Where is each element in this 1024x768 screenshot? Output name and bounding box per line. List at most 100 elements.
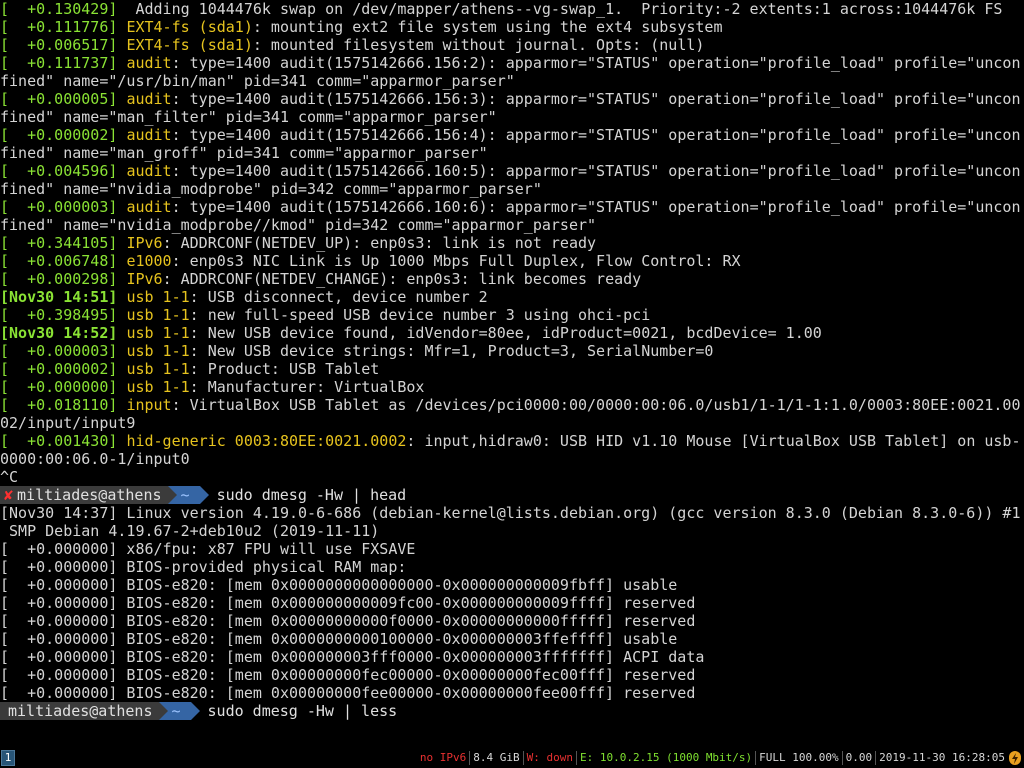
log-line: fined" name="/usr/bin/man" pid=341 comm=… <box>0 72 1024 90</box>
log-facility: audit <box>126 90 172 108</box>
output-line: [ +0.000000] BIOS-e820: [mem 0x000000000… <box>0 612 696 630</box>
output-line: [Nov30 14:37] Linux version 4.19.0-6-686… <box>0 504 1021 522</box>
log-timestamp: [ +0.006748] <box>0 252 118 270</box>
log-line: [Nov30 14:51] usb 1-1: USB disconnect, d… <box>0 288 1024 306</box>
log-timestamp: [ +0.111737] <box>0 54 118 72</box>
log-timestamp: [Nov30 14:52] <box>0 324 118 342</box>
log-timestamp: [ +0.000005] <box>0 90 118 108</box>
log-facility: EXT4-fs (sda1) <box>126 36 253 54</box>
shell-prompt-previous: ✘ miltiades@athens ~ sudo dmesg -Hw | he… <box>0 486 1024 504</box>
log-message: ^C <box>0 468 19 486</box>
log-line: [ +0.000002] usb 1-1: Product: USB Table… <box>0 360 1024 378</box>
log-message: Adding 1044476k swap on /dev/mapper/athe… <box>126 0 1003 18</box>
previous-command: sudo dmesg -Hw | head <box>216 486 407 504</box>
log-line: [ +0.004596] audit: type=1400 audit(1575… <box>0 162 1024 180</box>
log-facility: IPv6 <box>126 270 163 288</box>
log-timestamp: [ +0.130429] <box>0 0 118 18</box>
log-timestamp: [ +0.006517] <box>0 36 118 54</box>
log-line: fined" name="nvidia_modprobe//kmod" pid=… <box>0 216 1024 234</box>
log-line: [ +0.000000] usb 1-1: Manufacturer: Virt… <box>0 378 1024 396</box>
output-line: [ +0.000000] BIOS-e820: [mem 0x000000003… <box>0 648 705 666</box>
log-message: : Product: USB Tablet <box>189 360 380 378</box>
memory-status: 8.4 GiB <box>473 751 520 764</box>
log-line: [Nov30 14:52] usb 1-1: New USB device fo… <box>0 324 1024 342</box>
log-message: : VirtualBox USB Tablet as /devices/pci0… <box>171 396 1021 414</box>
log-message: : type=1400 audit(1575142666.160:5): app… <box>171 162 1021 180</box>
log-message: fined" name="man_filter" pid=341 comm="a… <box>0 108 497 126</box>
output-line: [ +0.000000] BIOS-provided physical RAM … <box>0 558 407 576</box>
prompt-separator-icon <box>158 702 168 720</box>
log-facility: audit <box>126 54 172 72</box>
prompt-directory: ~ <box>176 486 200 504</box>
status-divider <box>575 751 577 765</box>
log-facility: usb 1-1 <box>126 306 190 324</box>
log-timestamp: [Nov30 14:51] <box>0 288 118 306</box>
power-bolt-icon[interactable] <box>1009 751 1021 765</box>
output-line: [ +0.000000] x86/fpu: x87 FPU will use F… <box>0 540 416 558</box>
log-facility: hid-generic 0003:80EE:0021.0002 <box>126 432 407 450</box>
log-facility: usb 1-1 <box>126 288 190 306</box>
log-message: : type=1400 audit(1575142666.156:2): app… <box>171 54 1021 72</box>
shell-prompt-current: miltiades@athens ~ sudo dmesg -Hw | less <box>0 702 1024 720</box>
log-line: 0000:00:06.0-1/input0 <box>0 450 1024 468</box>
output-line: [ +0.000000] BIOS-e820: [mem 0x00000000f… <box>0 666 696 684</box>
log-timestamp: [ +0.000000] <box>0 378 118 396</box>
output-line: [ +0.000000] BIOS-e820: [mem 0x000000000… <box>0 594 696 612</box>
status-divider <box>841 751 843 765</box>
status-bar: 1 no IPv6 8.4 GiB W: down E: 10.0.2.15 (… <box>0 748 1024 768</box>
log-message: : USB disconnect, device number 2 <box>189 288 488 306</box>
log-message: fined" name="nvidia_modprobe" pid=342 co… <box>0 180 542 198</box>
workspace-button[interactable]: 1 <box>1 750 15 766</box>
log-line: 02/input/input9 <box>0 414 1024 432</box>
log-timestamp: [ +0.000002] <box>0 126 118 144</box>
log-facility: usb 1-1 <box>126 324 190 342</box>
input-line[interactable] <box>0 720 1024 738</box>
log-message: : type=1400 audit(1575142666.156:4): app… <box>171 126 1021 144</box>
datetime-status: 2019-11-30 16:28:05 <box>879 751 1005 764</box>
log-message: : type=1400 audit(1575142666.156:3): app… <box>171 90 1021 108</box>
log-facility: audit <box>126 162 172 180</box>
log-line: [ +0.000002] audit: type=1400 audit(1575… <box>0 126 1024 144</box>
log-line: fined" name="nvidia_modprobe" pid=342 co… <box>0 180 1024 198</box>
log-message: : New USB device strings: Mfr=1, Product… <box>189 342 714 360</box>
output-line: SMP Debian 4.19.67-2+deb10u2 (2019-11-11… <box>0 522 380 540</box>
log-facility: usb 1-1 <box>126 342 190 360</box>
log-line: [ +0.000005] audit: type=1400 audit(1575… <box>0 90 1024 108</box>
ipv6-status: no IPv6 <box>419 751 467 764</box>
log-timestamp: [ +0.001430] <box>0 432 118 450</box>
log-facility: audit <box>126 198 172 216</box>
log-timestamp: [ +0.004596] <box>0 162 118 180</box>
log-timestamp: [ +0.111776] <box>0 18 118 36</box>
log-message: fined" name="nvidia_modprobe//kmod" pid=… <box>0 216 597 234</box>
log-facility: e1000 <box>126 252 172 270</box>
log-message: : New USB device found, idVendor=80ee, i… <box>189 324 822 342</box>
status-divider <box>469 751 471 765</box>
dmesg-head-output: [Nov30 14:37] Linux version 4.19.0-6-686… <box>0 504 1024 702</box>
log-line: [ +0.000003] audit: type=1400 audit(1575… <box>0 198 1024 216</box>
log-message: : input,hidraw0: USB HID v1.10 Mouse [Vi… <box>406 432 1021 450</box>
log-timestamp: [ +0.344105] <box>0 234 118 252</box>
log-facility: EXT4-fs (sda1) <box>126 18 253 36</box>
terminal-window[interactable]: [ +0.130429] Adding 1044476k swap on /de… <box>0 0 1024 748</box>
prompt-directory: ~ <box>167 702 191 720</box>
output-line: [ +0.000000] BIOS-e820: [mem 0x000000000… <box>0 576 678 594</box>
log-line: [ +0.001430] hid-generic 0003:80EE:0021.… <box>0 432 1024 450</box>
prompt-user-host: miltiades@athens <box>0 702 159 720</box>
ethernet-status: E: 10.0.2.15 (1000 Mbit/s) <box>579 751 753 764</box>
status-divider <box>875 751 877 765</box>
status-blocks: no IPv6 8.4 GiB W: down E: 10.0.2.15 (10… <box>418 748 1021 768</box>
output-line: [ +0.000000] BIOS-e820: [mem 0x000000000… <box>0 630 678 648</box>
log-line: [ +0.000298] IPv6: ADDRCONF(NETDEV_CHANG… <box>0 270 1024 288</box>
log-facility: IPv6 <box>126 234 163 252</box>
log-line: [ +0.000003] usb 1-1: New USB device str… <box>0 342 1024 360</box>
log-timestamp: [ +0.000003] <box>0 198 118 216</box>
log-timestamp: [ +0.000003] <box>0 342 118 360</box>
log-message: fined" name="man_groff" pid=341 comm="ap… <box>0 144 488 162</box>
log-line: [ +0.344105] IPv6: ADDRCONF(NETDEV_UP): … <box>0 234 1024 252</box>
log-message: : mounted filesystem without journal. Op… <box>252 36 705 54</box>
log-line: [ +0.111737] audit: type=1400 audit(1575… <box>0 54 1024 72</box>
log-message: 02/input/input9 <box>0 414 136 432</box>
load-status: 0.00 <box>845 751 873 764</box>
battery-status: FULL 100.00% <box>759 751 839 764</box>
log-facility: input <box>126 396 172 414</box>
